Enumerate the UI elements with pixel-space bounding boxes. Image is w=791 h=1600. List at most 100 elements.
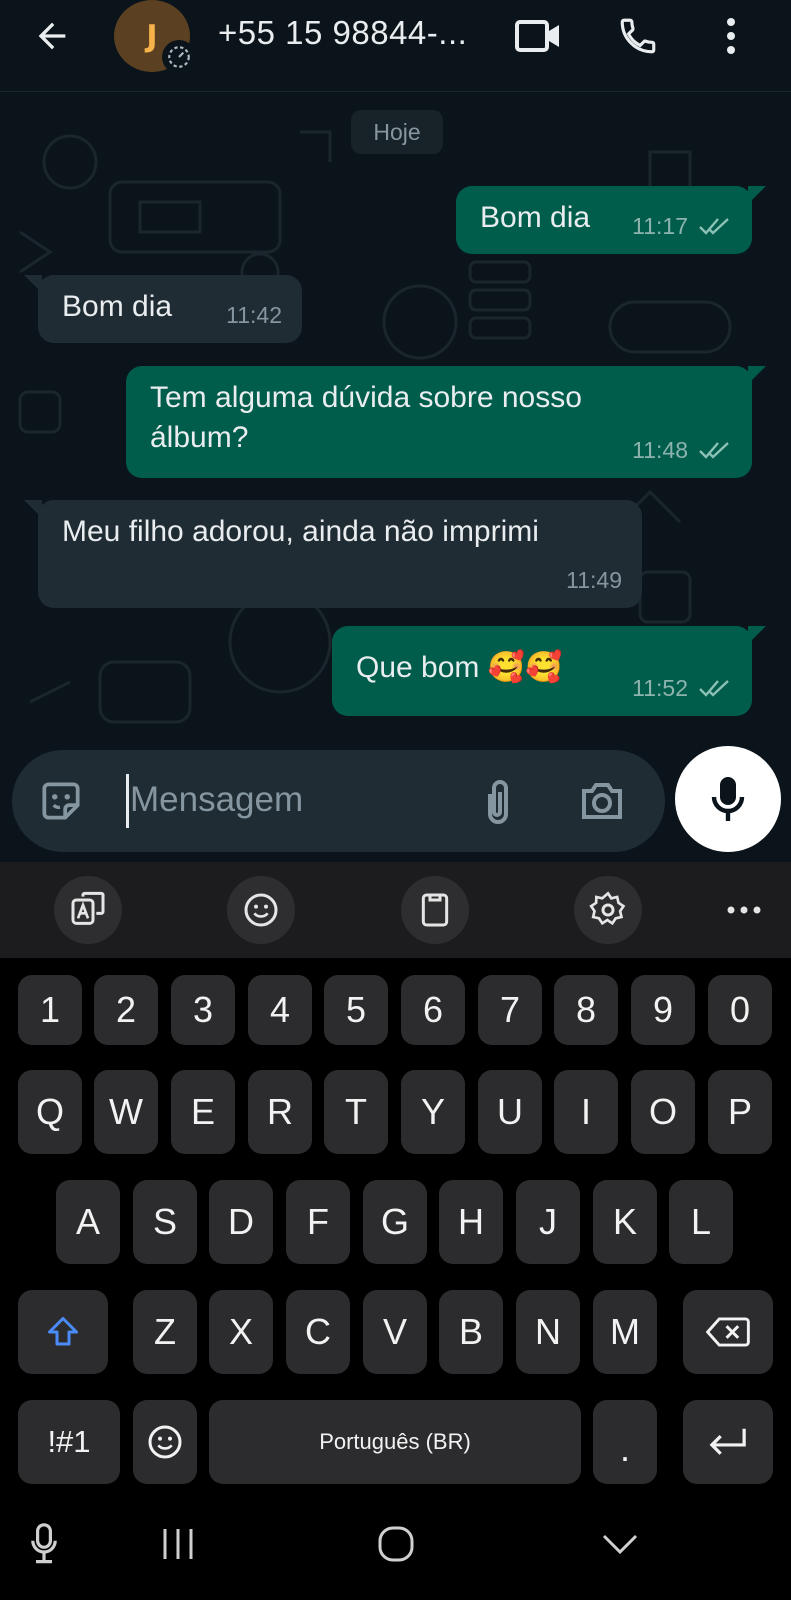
message-meta: 11:48 [632, 430, 732, 470]
keyboard: 1 2 3 4 5 6 7 8 9 0 Q W E R T Y U I O P … [0, 958, 791, 1488]
settings-icon[interactable] [574, 876, 642, 944]
backspace-icon [706, 1317, 750, 1347]
key-9[interactable]: 9 [631, 975, 695, 1045]
key-1[interactable]: 1 [18, 975, 82, 1045]
key-x[interactable]: X [209, 1290, 273, 1374]
key-2[interactable]: 2 [94, 975, 158, 1045]
key-q[interactable]: Q [18, 1070, 82, 1154]
key-b[interactable]: B [439, 1290, 503, 1374]
key-3[interactable]: 3 [171, 975, 235, 1045]
enter-icon [709, 1428, 746, 1455]
message-time: 11:42 [226, 302, 282, 328]
back-arrow-icon[interactable] [30, 14, 74, 58]
space-key[interactable]: Português (BR) [209, 1400, 581, 1484]
key-h[interactable]: H [439, 1180, 503, 1264]
message-meta: 11:42 [226, 295, 282, 335]
message-bubble-incoming[interactable]: Bom dia 11:42 [24, 275, 302, 343]
keyboard-toolbar [0, 862, 791, 958]
message-text: Que bom 🥰🥰 [356, 651, 563, 684]
key-i[interactable]: I [554, 1070, 618, 1154]
symbols-key[interactable]: !#1 [18, 1400, 120, 1484]
message-bubble-incoming[interactable]: Meu filho adorou, ainda não imprimi 11:4… [24, 500, 642, 608]
message-text: Bom dia [62, 290, 173, 323]
bubble-tail [748, 626, 766, 644]
key-w[interactable]: W [94, 1070, 158, 1154]
clipboard-icon[interactable] [401, 876, 469, 944]
key-s[interactable]: S [133, 1180, 197, 1264]
key-0[interactable]: 0 [708, 975, 772, 1045]
key-c[interactable]: C [286, 1290, 350, 1374]
key-7[interactable]: 7 [478, 975, 542, 1045]
shift-icon [48, 1317, 78, 1346]
double-check-icon [699, 680, 729, 697]
enter-key[interactable] [683, 1400, 773, 1484]
text-caret [126, 774, 129, 828]
contact-name[interactable]: +55 15 98844-... [218, 14, 467, 52]
key-e[interactable]: E [171, 1070, 235, 1154]
key-r[interactable]: R [248, 1070, 312, 1154]
key-8[interactable]: 8 [554, 975, 618, 1045]
home-icon[interactable] [376, 1518, 416, 1570]
chat-area[interactable]: Hoje Bom dia 11:17 Bom dia 11:42 Tem alg… [0, 92, 791, 862]
key-z[interactable]: Z [133, 1290, 197, 1374]
message-bubble-outgoing[interactable]: Que bom 🥰🥰 11:52 [332, 626, 766, 716]
key-p[interactable]: P [708, 1070, 772, 1154]
key-d[interactable]: D [209, 1180, 273, 1264]
message-bubble-outgoing[interactable]: Bom dia 11:17 [456, 186, 766, 254]
key-n[interactable]: N [516, 1290, 580, 1374]
message-text-line1: Tem alguma dúvida sobre nosso [150, 381, 582, 414]
key-u[interactable]: U [478, 1070, 542, 1154]
message-meta: 11:17 [632, 206, 732, 246]
key-f[interactable]: F [286, 1180, 350, 1264]
recent-apps-icon[interactable] [160, 1518, 196, 1570]
key-y[interactable]: Y [401, 1070, 465, 1154]
mic-button[interactable] [675, 746, 781, 852]
phone-icon[interactable] [612, 10, 664, 62]
avatar[interactable]: J [114, 0, 196, 74]
mic-icon[interactable] [24, 1518, 64, 1570]
message-time: 11:17 [632, 213, 688, 239]
emoji-key[interactable] [133, 1400, 197, 1484]
message-meta: 11:49 [566, 560, 622, 600]
timer-icon [162, 40, 196, 74]
avatar-letter: J [146, 18, 158, 54]
system-nav-bar [0, 1488, 791, 1600]
key-g[interactable]: G [363, 1180, 427, 1264]
double-check-icon [699, 218, 729, 235]
message-text: Meu filho adorou, ainda não imprimi [62, 515, 539, 548]
key-m[interactable]: M [593, 1290, 657, 1374]
video-call-icon[interactable] [512, 10, 564, 62]
message-bubble-outgoing[interactable]: Tem alguma dúvida sobre nosso álbum? 11:… [126, 366, 766, 478]
key-6[interactable]: 6 [401, 975, 465, 1045]
key-l[interactable]: L [669, 1180, 733, 1264]
sticker-icon[interactable] [36, 776, 86, 831]
period-key[interactable]: . [593, 1400, 657, 1484]
message-time: 11:52 [632, 675, 688, 701]
emoji-icon[interactable] [227, 876, 295, 944]
camera-icon[interactable] [578, 778, 626, 829]
message-meta: 11:52 [632, 668, 732, 708]
message-input-bar[interactable]: Mensagem [12, 750, 665, 852]
message-text: Bom dia [480, 201, 591, 234]
more-horiz-icon[interactable] [710, 876, 778, 944]
key-a[interactable]: A [56, 1180, 120, 1264]
key-j[interactable]: J [516, 1180, 580, 1264]
key-v[interactable]: V [363, 1290, 427, 1374]
bubble-tail [748, 366, 766, 384]
hide-keyboard-icon[interactable] [600, 1518, 640, 1570]
key-5[interactable]: 5 [324, 975, 388, 1045]
backspace-key[interactable] [683, 1290, 773, 1374]
shift-key[interactable] [18, 1290, 108, 1374]
bubble-tail [24, 275, 42, 293]
bubble-tail [24, 500, 42, 518]
key-t[interactable]: T [324, 1070, 388, 1154]
message-input[interactable]: Mensagem [130, 780, 303, 820]
key-k[interactable]: K [593, 1180, 657, 1264]
key-o[interactable]: O [631, 1070, 695, 1154]
attach-icon[interactable] [480, 776, 516, 833]
more-vert-icon[interactable] [716, 10, 746, 62]
translate-icon[interactable] [54, 876, 122, 944]
key-4[interactable]: 4 [248, 975, 312, 1045]
message-time: 11:49 [566, 567, 622, 593]
mic-icon [711, 777, 745, 821]
